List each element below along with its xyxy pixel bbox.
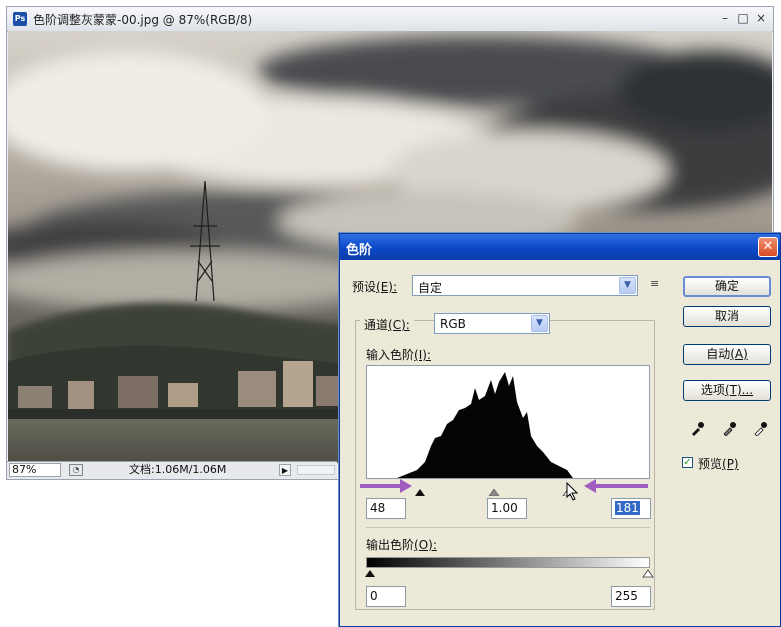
- dialog-title: 色阶: [346, 243, 373, 258]
- gray-eyedropper-icon[interactable]: [722, 420, 736, 436]
- output-white-field[interactable]: 255: [611, 586, 651, 607]
- channel-value: RGB: [440, 317, 466, 331]
- separator: [366, 527, 650, 528]
- zoom-field[interactable]: 87%: [9, 463, 61, 477]
- close-icon[interactable]: ×: [753, 10, 769, 26]
- preview-label[interactable]: 预览(P): [698, 455, 739, 472]
- cancel-button[interactable]: 取消: [683, 306, 771, 327]
- output-black-slider[interactable]: [365, 570, 375, 577]
- ok-button[interactable]: 确定: [683, 276, 771, 297]
- histogram: [366, 365, 650, 479]
- input-white-field[interactable]: 181: [611, 498, 651, 519]
- document-title-bar[interactable]: Ps 色阶调整灰蒙蒙-00.jpg @ 87%(RGB/8) – □ ×: [7, 7, 773, 32]
- output-gradient-bar: [366, 557, 650, 568]
- black-eyedropper-icon[interactable]: [690, 420, 704, 436]
- preview-checkbox[interactable]: ✓: [682, 457, 693, 468]
- white-eyedropper-icon[interactable]: [753, 420, 767, 436]
- maximize-icon[interactable]: □: [735, 10, 751, 26]
- options-button[interactable]: 选项(T)...: [683, 380, 771, 401]
- preset-label: 预设(E):: [352, 280, 398, 294]
- document-size: 文档:1.06M/1.06M: [129, 463, 227, 476]
- status-info-icon[interactable]: ◔: [69, 464, 83, 476]
- horizontal-scrollbar[interactable]: [297, 465, 335, 475]
- status-bar: 87% ◔ 文档:1.06M/1.06M ▶: [7, 461, 337, 479]
- status-menu-arrow-icon[interactable]: ▶: [279, 464, 291, 476]
- output-slider-track[interactable]: [360, 568, 660, 578]
- minimize-icon[interactable]: –: [717, 10, 733, 26]
- annotation-arrows: [360, 479, 648, 493]
- preset-options-icon[interactable]: ≡: [650, 277, 659, 290]
- chevron-down-icon[interactable]: ▼: [619, 277, 636, 294]
- preset-value: 自定: [418, 281, 443, 295]
- channel-label: 通道(C):: [360, 316, 414, 333]
- dialog-title-bar[interactable]: 色阶 ✕: [340, 234, 780, 260]
- output-white-slider[interactable]: [642, 569, 654, 578]
- photoshop-icon: Ps: [13, 12, 27, 26]
- dialog-close-icon[interactable]: ✕: [758, 237, 778, 257]
- input-gamma-field[interactable]: 1.00: [487, 498, 527, 519]
- auto-button[interactable]: 自动(A): [683, 344, 771, 365]
- preset-select[interactable]: 自定 ▼: [412, 275, 638, 296]
- chevron-down-icon[interactable]: ▼: [531, 315, 548, 332]
- input-levels-label: 输入色阶(I):: [366, 348, 431, 362]
- channel-select[interactable]: RGB ▼: [434, 313, 550, 334]
- histogram-graph: [397, 372, 573, 478]
- levels-dialog: 色阶 ✕ 预设(E): 自定 ▼ ≡ 通道(C): RGB ▼ 输入色阶(I):…: [339, 233, 781, 627]
- output-levels-label: 输出色阶(O):: [366, 538, 437, 552]
- input-white-value: 181: [615, 501, 640, 515]
- input-black-field[interactable]: 48: [366, 498, 406, 519]
- document-title: 色阶调整灰蒙蒙-00.jpg @ 87%(RGB/8): [33, 13, 253, 27]
- output-black-field[interactable]: 0: [366, 586, 406, 607]
- mouse-cursor-icon: [566, 482, 579, 501]
